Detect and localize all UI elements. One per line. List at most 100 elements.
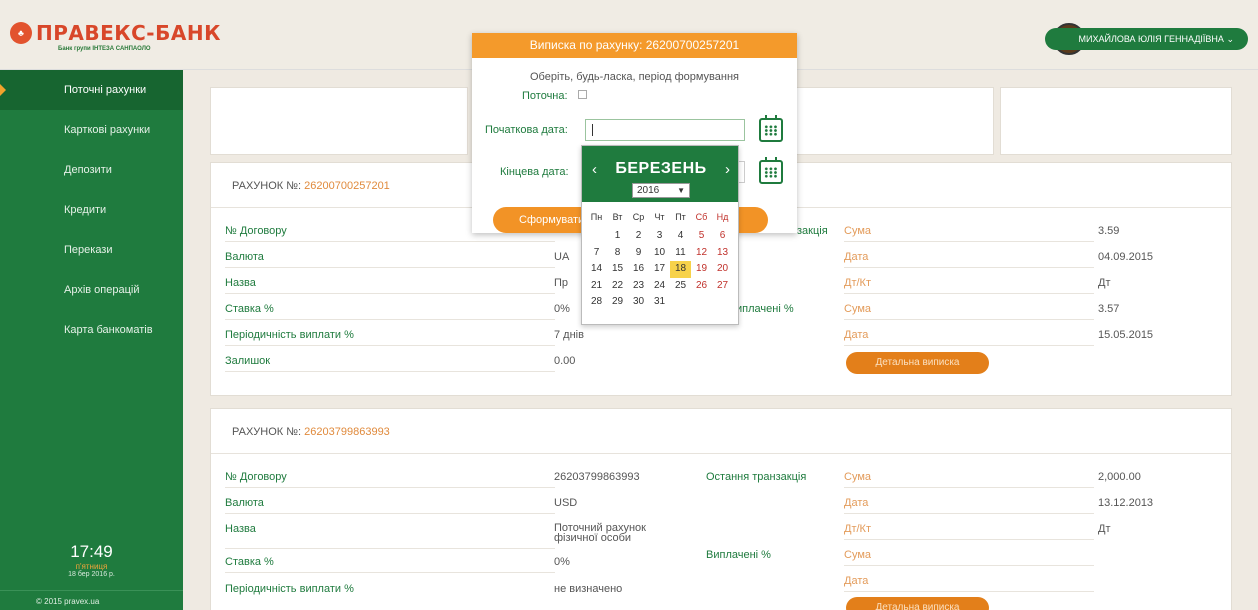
- calendar-day[interactable]: 20: [712, 261, 733, 277]
- calendar-day[interactable]: 6: [712, 228, 733, 244]
- calendar-empty-cell: [691, 294, 712, 310]
- calendar-day[interactable]: 2: [628, 228, 649, 244]
- sidebar-item-atm-map[interactable]: Карта банкоматів: [0, 310, 183, 350]
- sidebar-item-card-accounts[interactable]: Карткові рахунки: [0, 110, 183, 150]
- balance-value: 0.00: [554, 355, 576, 367]
- calendar-day[interactable]: 15: [607, 261, 628, 277]
- name-label: Назва: [225, 277, 256, 289]
- divider: [844, 565, 1094, 566]
- calendar-day[interactable]: 13: [712, 245, 733, 261]
- copyright: © 2015 pravex.ua: [0, 590, 183, 610]
- sidebar-item-archive[interactable]: Архів операцій: [0, 270, 183, 310]
- sidebar-item-credits[interactable]: Кредити: [0, 190, 183, 230]
- calendar-day[interactable]: 25: [670, 278, 691, 294]
- calendar-day[interactable]: 31: [649, 294, 670, 310]
- sidebar-item-deposits[interactable]: Депозити: [0, 150, 183, 190]
- rate-label: Ставка %: [225, 303, 274, 315]
- sidebar-item-transfers[interactable]: Перекази: [0, 230, 183, 270]
- year-select[interactable]: 2016 ▼: [632, 183, 690, 198]
- detail-statement-button[interactable]: Детальна виписка: [846, 352, 989, 374]
- modal-title: Виписка по рахунку: 26200700257201: [472, 33, 797, 58]
- paid-date-value: 15.05.2015: [1098, 329, 1154, 341]
- divider: [225, 345, 555, 346]
- calendar-day[interactable]: 22: [607, 278, 628, 294]
- calendar-day[interactable]: 16: [628, 261, 649, 277]
- calendar-icon[interactable]: [759, 115, 783, 142]
- currency-label: Валюта: [225, 251, 264, 263]
- paid-interest-label: иплачені %: [736, 303, 794, 315]
- sum-label: Сума: [844, 225, 872, 237]
- period-value: не визначено: [554, 583, 623, 595]
- divider: [844, 293, 1094, 294]
- year-value: 2016: [637, 185, 660, 196]
- dtkt-value: Дт: [1098, 523, 1111, 535]
- divider: [844, 241, 1094, 242]
- start-date-label: Початкова дата:: [485, 124, 568, 136]
- weekday-header: Вт: [612, 212, 623, 222]
- weekday-header: Сб: [695, 212, 708, 222]
- account-title: РАХУНОК №:: [232, 426, 302, 438]
- calendar-empty-cell: [586, 228, 607, 244]
- calendar-day[interactable]: 19: [691, 261, 712, 277]
- next-month-icon[interactable]: ›: [725, 161, 730, 178]
- period-label: Періодичність виплати %: [225, 583, 354, 595]
- calendar-day[interactable]: 18: [670, 261, 691, 278]
- calendar-day[interactable]: 29: [607, 294, 628, 310]
- divider: [844, 319, 1094, 320]
- weekday-header: Пн: [590, 212, 603, 222]
- divider: [225, 293, 555, 294]
- weekday-header: Нд: [716, 212, 729, 222]
- dtkt-value: Дт: [1098, 277, 1111, 289]
- weekday-header: Чт: [654, 212, 665, 222]
- calendar-day[interactable]: 1: [607, 228, 628, 244]
- divider: [844, 539, 1094, 540]
- calendar-icon[interactable]: [759, 157, 783, 184]
- calendar-day[interactable]: 3: [649, 228, 670, 244]
- clock-day: п'ятниця: [75, 562, 108, 571]
- sidebar-item-current-accounts[interactable]: Поточні рахунки: [0, 70, 183, 110]
- calendar-day[interactable]: 7: [586, 245, 607, 261]
- calendar-day[interactable]: 11: [670, 245, 691, 261]
- calendar-day[interactable]: 17: [649, 261, 670, 277]
- calendar-day[interactable]: 21: [586, 278, 607, 294]
- rate-value: 0%: [554, 556, 570, 568]
- contract-label: № Договору: [225, 225, 287, 237]
- divider: [844, 267, 1094, 268]
- calendar-day[interactable]: 8: [607, 245, 628, 261]
- divider: [225, 513, 555, 514]
- currency-value: UA: [554, 251, 570, 263]
- calendar-day[interactable]: 30: [628, 294, 649, 310]
- start-date-input[interactable]: [585, 119, 745, 141]
- divider: [844, 513, 1094, 514]
- calendar-day[interactable]: 10: [649, 245, 670, 261]
- account-number[interactable]: 26203799863993: [304, 426, 390, 438]
- calendar-day[interactable]: 26: [691, 278, 712, 294]
- detail-statement-button[interactable]: Детальна виписка: [846, 597, 989, 610]
- divider: [225, 487, 555, 488]
- weekday-header: Ср: [632, 212, 645, 222]
- calendar-day[interactable]: 5: [691, 228, 712, 244]
- divider: [225, 319, 555, 320]
- weekday-header: Пт: [675, 212, 686, 222]
- account-number[interactable]: 26200700257201: [304, 180, 390, 192]
- bank-logo[interactable]: ♣ ПРАВЕКС-БАНК: [10, 22, 221, 44]
- end-date-label: Кінцева дата:: [500, 166, 569, 178]
- divider: [225, 572, 555, 573]
- datepicker-header: ‹ БЕРЕЗЕНЬ › 2016 ▼: [582, 146, 738, 202]
- account-title: РАХУНОК №:: [232, 180, 302, 192]
- calendar-day[interactable]: 4: [670, 228, 691, 244]
- calendar-day[interactable]: 28: [586, 294, 607, 310]
- paid-interest-label: Виплачені %: [706, 549, 771, 561]
- calendar-day[interactable]: 14: [586, 261, 607, 277]
- chevron-down-icon: ▼: [677, 186, 685, 195]
- calendar-day[interactable]: 9: [628, 245, 649, 261]
- calendar-day[interactable]: 23: [628, 278, 649, 294]
- current-checkbox[interactable]: [578, 90, 587, 99]
- calendar-day[interactable]: 27: [712, 278, 733, 294]
- paid-sum-value: 3.57: [1098, 303, 1120, 315]
- last-transaction-label: закція: [797, 225, 828, 237]
- user-menu-button[interactable]: МИХАЙЛОВА ЮЛІЯ ГЕННАДІЇВНА ⌄: [1044, 28, 1248, 50]
- calendar-day[interactable]: 24: [649, 278, 670, 294]
- currency-label: Валюта: [225, 497, 264, 509]
- calendar-day[interactable]: 12: [691, 245, 712, 261]
